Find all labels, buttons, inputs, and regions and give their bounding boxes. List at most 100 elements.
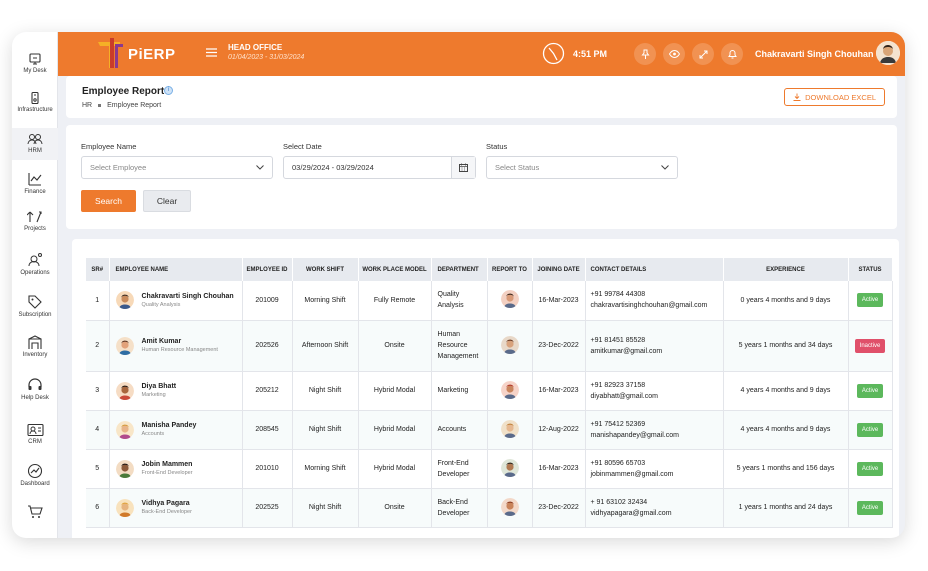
- cell-report-to[interactable]: [487, 320, 533, 372]
- date-range-input[interactable]: 03/29/2024 - 03/29/2024: [283, 156, 476, 179]
- current-time: 4:51 PM: [573, 49, 608, 59]
- sidebar-item-inventory[interactable]: Inventory: [12, 335, 58, 358]
- sidebar-item-crm[interactable]: CRM: [12, 423, 58, 445]
- sidebar-item-cart[interactable]: [12, 504, 58, 520]
- chevron-down-icon: [256, 165, 264, 170]
- cell-experience: 5 years 1 months and 156 days: [723, 449, 849, 489]
- clear-button[interactable]: Clear: [143, 190, 191, 212]
- cell-sr: 3: [86, 371, 110, 411]
- table-row[interactable]: 6 Vidhya Pagara Back-End Developer 202525 Ni…: [86, 488, 893, 528]
- cell-work-place-model: Hybrid Modal: [358, 410, 432, 450]
- operations-icon: [28, 253, 42, 267]
- col-header-experience[interactable]: EXPERIENCE: [723, 258, 849, 281]
- sidebar-item-label: Dashboard: [20, 481, 50, 487]
- table-row[interactable]: 5 Jobin Mammen Front-End Developer 201010 Mo…: [86, 449, 893, 489]
- col-header-contact-details[interactable]: CONTACT DETAILS: [585, 258, 724, 281]
- cell-experience: 4 years 4 months and 9 days: [723, 410, 849, 450]
- status-badge[interactable]: Active: [856, 461, 884, 476]
- table-row[interactable]: 3 Diya Bhatt Marketing 205212 Night Shift Hyb…: [86, 371, 893, 411]
- employee-select-placeholder: Select Employee: [90, 163, 147, 172]
- info-icon[interactable]: i: [164, 86, 173, 95]
- status-badge[interactable]: Active: [856, 500, 884, 515]
- cell-contact: + 91 63102 32434 vidhyapagara@gmail.com: [585, 488, 724, 528]
- employee-name[interactable]: Chakravarti Singh Chouhan: [142, 293, 234, 300]
- cell-department: Back-End Developer: [431, 488, 488, 528]
- col-header-report-to[interactable]: REPORT TO: [487, 258, 533, 281]
- cell-report-to[interactable]: [487, 488, 533, 528]
- download-excel-button[interactable]: DOWNLOAD EXCEL: [784, 88, 885, 106]
- cell-status: Inactive: [848, 320, 893, 372]
- status-badge[interactable]: Active: [856, 383, 884, 398]
- cell-employee[interactable]: Vidhya Pagara Back-End Developer: [109, 488, 243, 528]
- calendar-button[interactable]: [451, 157, 475, 178]
- contact-email[interactable]: vidhyapagara@gmail.com: [591, 508, 723, 519]
- cell-report-to[interactable]: [487, 449, 533, 489]
- menu-icon[interactable]: [206, 48, 217, 57]
- cell-status: Active: [848, 488, 893, 528]
- status-select[interactable]: Select Status: [486, 156, 678, 179]
- contact-email[interactable]: diyabhatt@gmail.com: [591, 391, 723, 402]
- employee-select[interactable]: Select Employee: [81, 156, 273, 179]
- user-avatar[interactable]: [876, 41, 900, 65]
- cell-employee[interactable]: Chakravarti Singh Chouhan Quality Analysi…: [109, 281, 243, 321]
- cell-employee[interactable]: Manisha Pandey Accounts: [109, 410, 243, 450]
- employee-name[interactable]: Amit Kumar: [142, 338, 218, 345]
- user-name[interactable]: Chakravarti Singh Chouhan: [755, 49, 874, 59]
- cell-department: Quality Analysis: [431, 281, 488, 321]
- col-header-employee-name[interactable]: EMPLOYEE NAME: [109, 258, 243, 281]
- status-badge[interactable]: Active: [856, 422, 884, 437]
- col-header-joining-date[interactable]: JOINING DATE: [532, 258, 586, 281]
- office-info[interactable]: HEAD OFFICE 01/04/2023 - 31/03/2024: [228, 43, 304, 61]
- cell-report-to[interactable]: [487, 371, 533, 411]
- app-window: My Desk Infrastructure HRM Finance Proje…: [12, 32, 905, 538]
- sidebar-item-finance[interactable]: Finance: [12, 171, 58, 195]
- employee-name[interactable]: Diya Bhatt: [142, 383, 177, 390]
- sidebar-item-label: Finance: [24, 189, 46, 195]
- cell-contact: +91 81451 85528 amitkumar@gmail.com: [585, 320, 724, 372]
- col-header-work-place-model[interactable]: WORK PLACE MODEL: [358, 258, 432, 281]
- employee-name[interactable]: Vidhya Pagara: [142, 500, 192, 507]
- search-button[interactable]: Search: [81, 190, 136, 212]
- cell-employee-id: 202526: [242, 320, 293, 372]
- cell-work-shift: Afternoon Shift: [292, 320, 359, 372]
- table-row[interactable]: 1 Chakravarti Singh Chouhan Quality Analys…: [86, 281, 893, 321]
- cell-employee[interactable]: Amit Kumar Human Resource Management: [109, 320, 243, 372]
- cell-employee[interactable]: Diya Bhatt Marketing: [109, 371, 243, 411]
- contact-email[interactable]: manishapandey@gmail.com: [591, 430, 723, 441]
- contact-email[interactable]: amitkumar@gmail.com: [591, 346, 723, 357]
- sidebar-item-subscription[interactable]: Subscription: [12, 294, 58, 318]
- col-header-status[interactable]: STATUS: [848, 258, 893, 281]
- employee-name[interactable]: Manisha Pandey: [142, 422, 197, 429]
- cell-contact: +91 80596 65703 jobinmammen@gmail.com: [585, 449, 724, 489]
- contact-email[interactable]: chakravartisinghchouhan@gmail.com: [591, 300, 723, 311]
- status-badge[interactable]: Inactive: [854, 338, 886, 353]
- sidebar-item-operations[interactable]: Operations: [12, 252, 58, 276]
- col-header-department[interactable]: DEPARTMENT: [431, 258, 488, 281]
- pin-button[interactable]: [634, 43, 656, 65]
- cell-report-to[interactable]: [487, 281, 533, 321]
- table-header-row: SR# EMPLOYEE NAME EMPLOYEE ID WORK SHIFT…: [86, 258, 893, 281]
- cell-report-to[interactable]: [487, 410, 533, 450]
- cell-department: Marketing: [431, 371, 488, 411]
- col-header-work-shift[interactable]: WORK SHIFT: [292, 258, 359, 281]
- breadcrumb-hr[interactable]: HR: [82, 102, 92, 109]
- col-header-employee-id[interactable]: EMPLOYEE ID: [242, 258, 293, 281]
- sidebar-item-label: Inventory: [22, 352, 48, 358]
- cell-work-place-model: Onsite: [358, 320, 432, 372]
- notifications-button[interactable]: [721, 43, 743, 65]
- crm-icon: [26, 423, 44, 437]
- sidebar-item-dashboard[interactable]: Dashboard: [12, 463, 58, 487]
- cell-employee[interactable]: Jobin Mammen Front-End Developer: [109, 449, 243, 489]
- sidebar-item-help-desk[interactable]: Help Desk: [12, 377, 58, 401]
- contact-email[interactable]: jobinmammen@gmail.com: [591, 469, 723, 480]
- sidebar-item-projects[interactable]: Projects: [12, 210, 58, 232]
- status-badge[interactable]: Active: [856, 293, 884, 308]
- table-row[interactable]: 4 Manisha Pandey Accounts 208545 Night Shift…: [86, 410, 893, 450]
- employee-name[interactable]: Jobin Mammen: [142, 461, 193, 468]
- sidebar-item-my-desk[interactable]: My Desk: [12, 52, 58, 74]
- table-row[interactable]: 2 Amit Kumar Human Resource Management 2025…: [86, 320, 893, 372]
- sidebar-item-hrm[interactable]: HRM: [12, 128, 58, 160]
- sidebar-item-infrastructure[interactable]: Infrastructure: [12, 91, 58, 113]
- view-button[interactable]: [663, 43, 685, 65]
- fullscreen-button[interactable]: [692, 43, 714, 65]
